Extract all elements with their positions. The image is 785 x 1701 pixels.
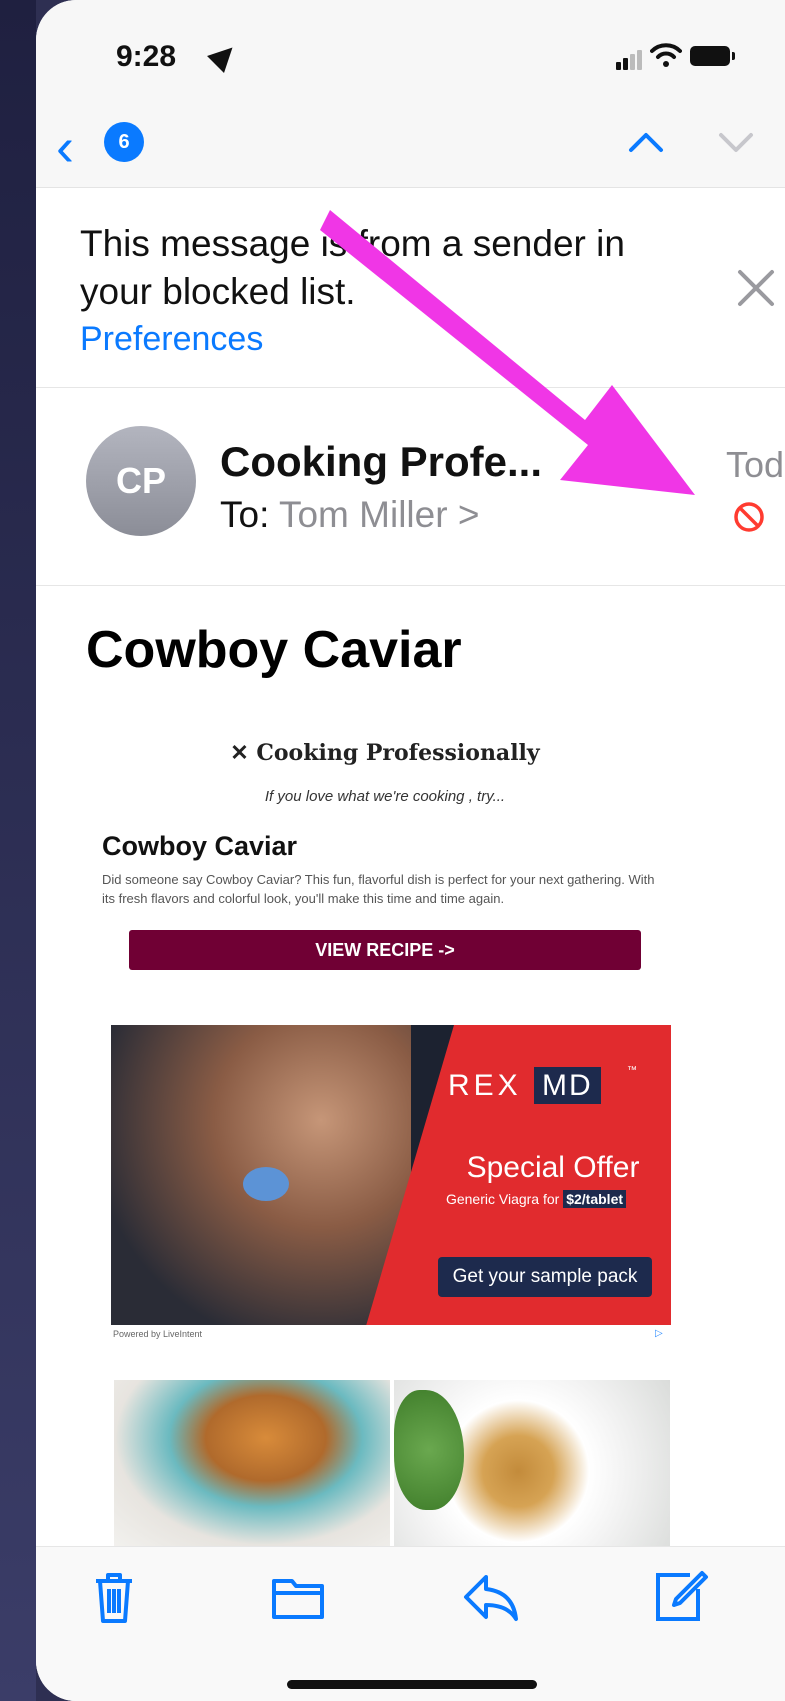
ad-trademark: ™ (627, 1065, 637, 1076)
backdrop (0, 0, 36, 1701)
location-arrow-icon (207, 39, 241, 73)
ad-powered-by: Powered by LiveIntent ▷ (111, 1325, 671, 1343)
trash-icon[interactable] (84, 1567, 144, 1627)
view-recipe-button[interactable]: VIEW RECIPE -> (129, 930, 641, 970)
pill-image (243, 1167, 289, 1201)
email-body: ✕ Cooking Professionally If you love wha… (102, 740, 668, 970)
signal-icon (616, 50, 644, 70)
ad-powered-text: Powered by LiveIntent (113, 1329, 203, 1339)
brand-text: Cooking Professionally (256, 740, 540, 766)
compose-icon[interactable] (650, 1567, 710, 1627)
ad-choices-icon[interactable]: ▷ (655, 1328, 667, 1340)
ad-subtitle-text: Generic Viagra for (445, 1191, 564, 1207)
avatar[interactable]: CP (86, 426, 196, 536)
greens-image (394, 1390, 464, 1510)
ad-price: $2/tablet (563, 1190, 627, 1208)
back-chevron-icon[interactable]: ‹ (56, 120, 74, 174)
home-indicator[interactable] (287, 1680, 537, 1689)
recipe-image-chicken[interactable] (394, 1380, 670, 1546)
recipient-line[interactable]: To: Tom Miller > (220, 494, 479, 536)
message-toolbar (36, 1546, 785, 1701)
utensils-icon: ✕ (230, 740, 257, 766)
message-date: Today (726, 444, 785, 485)
status-bar: 9:28 (36, 0, 785, 110)
ad-offer: Special Offer (466, 1151, 640, 1184)
mail-nav-bar: ‹ 6 (36, 110, 785, 188)
ad-logo: REX MD (448, 1067, 601, 1104)
preferences-link[interactable]: Preferences (80, 320, 263, 359)
unread-badge[interactable]: 6 (104, 122, 144, 162)
ad-cta-button[interactable]: Get your sample pack (438, 1257, 652, 1297)
blocked-sender-banner: This message is from a sender in your bl… (36, 190, 785, 388)
ad-logo-md: MD (534, 1067, 601, 1104)
reply-icon[interactable] (460, 1567, 520, 1627)
chevron-down-icon[interactable] (716, 122, 756, 162)
recipe-description: Did someone say Cowboy Caviar? This fun,… (102, 872, 655, 906)
block-icon (734, 502, 764, 532)
advertisement[interactable]: REX MD ™ Special Offer Generic Viagra fo… (111, 1025, 671, 1343)
folder-icon[interactable] (268, 1567, 328, 1627)
newsletter-tagline: If you love what we're cooking , try... (264, 788, 506, 805)
clock: 9:28 (116, 40, 177, 73)
close-icon[interactable] (734, 266, 778, 310)
recipient-name[interactable]: Tom Miller > (279, 494, 479, 535)
recipe-title: Cowboy Caviar (102, 831, 298, 861)
blocked-message: This message is from a sender in your bl… (80, 223, 625, 312)
message-subject: Cowboy Caviar (86, 621, 462, 679)
to-label: To: (220, 494, 270, 535)
wifi-icon (650, 43, 682, 67)
ad-logo-rex: REX (448, 1069, 522, 1102)
message-header: CP Cooking Profe... To: Tom Miller > Tod… (36, 390, 785, 586)
ad-subtitle: Generic Viagra for $2/tablet (401, 1190, 671, 1208)
phone-screen: 9:28 ‹ 6 This message is from a sender i… (36, 0, 785, 1701)
chevron-up-icon[interactable] (626, 122, 666, 162)
recipe-image-casserole[interactable] (114, 1380, 390, 1546)
newsletter-brand: ✕ Cooking Professionally (102, 740, 668, 766)
sender-name[interactable]: Cooking Profe... (220, 438, 542, 486)
battery-icon (690, 46, 735, 66)
